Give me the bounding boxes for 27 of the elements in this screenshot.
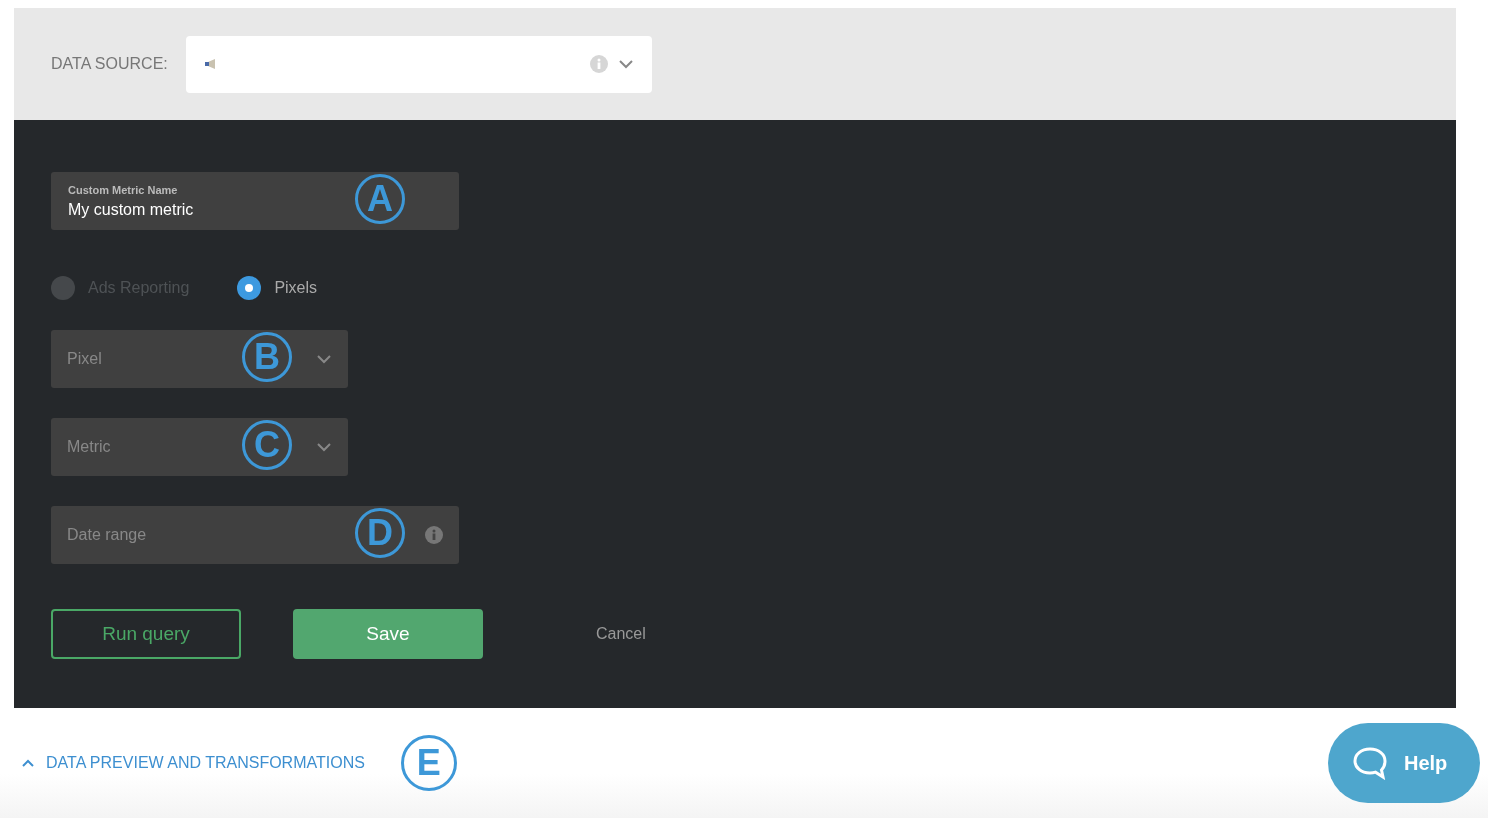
data-source-select[interactable] xyxy=(185,35,652,93)
metric-select[interactable]: Metric C xyxy=(51,418,348,476)
megaphone-icon xyxy=(203,59,218,69)
callout-marker: E xyxy=(400,735,457,791)
cancel-button[interactable]: Cancel xyxy=(590,609,652,659)
field-value: My custom metric xyxy=(68,200,195,219)
callout-marker: C xyxy=(242,420,292,470)
callout-marker: A xyxy=(355,174,405,224)
preview-toggle-link[interactable]: DATA PREVIEW AND TRANSFORMATIONS xyxy=(22,754,365,772)
metric-name-field[interactable]: Custom Metric Name My custom metric A xyxy=(51,172,459,230)
pixel-select[interactable]: Pixel B xyxy=(51,330,348,388)
help-button[interactable]: Help xyxy=(1328,723,1480,803)
data-source-label: DATA SOURCE: xyxy=(51,55,168,73)
callout-marker: B xyxy=(242,332,292,382)
chevron-down-icon xyxy=(316,442,332,452)
callout-marker: D xyxy=(355,508,405,558)
chat-bubble-icon xyxy=(1352,746,1388,780)
date-range-field[interactable]: Date range D xyxy=(51,506,459,564)
field-label: Custom Metric Name xyxy=(68,183,179,196)
chevron-up-icon xyxy=(22,759,34,767)
info-icon xyxy=(589,55,608,73)
chevron-down-icon xyxy=(617,59,634,69)
run-query-button[interactable]: Run query xyxy=(51,609,241,659)
radio-option[interactable]: Pixels xyxy=(237,276,318,300)
chevron-down-icon xyxy=(316,354,332,364)
info-icon xyxy=(425,526,443,544)
save-button[interactable]: Save xyxy=(293,609,483,659)
